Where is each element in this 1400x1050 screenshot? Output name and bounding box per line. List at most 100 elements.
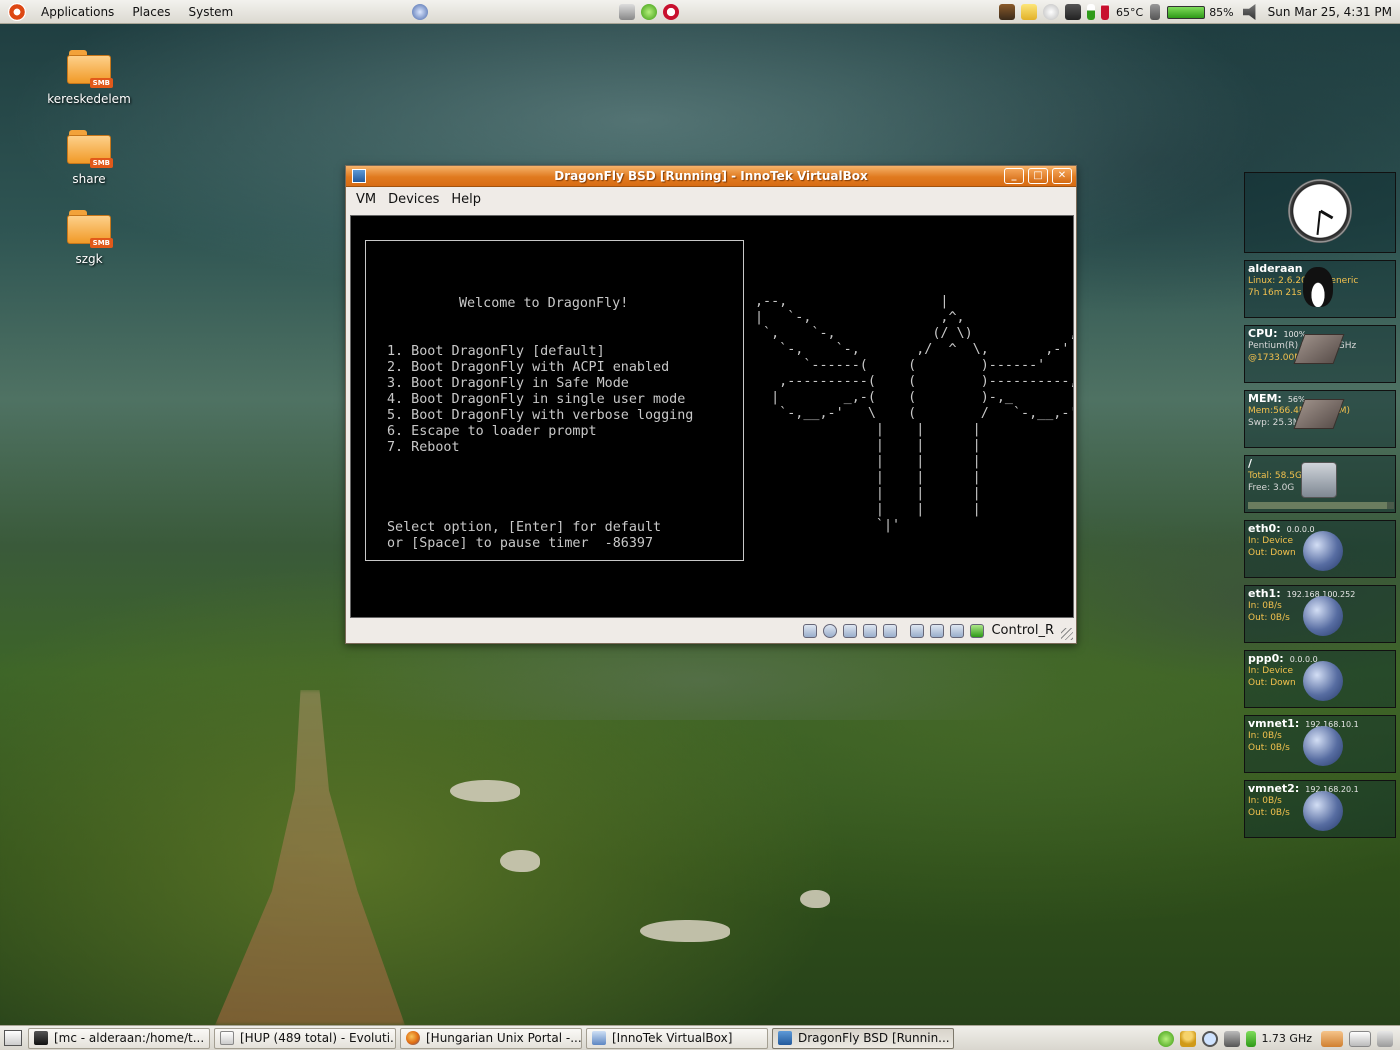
temperature-readout: 65°C: [1116, 5, 1144, 19]
folder-icon[interactable]: [1021, 4, 1037, 20]
wallpaper-rock: [500, 850, 540, 872]
menu-applications[interactable]: Applications: [32, 5, 123, 19]
desktop-pager-icon[interactable]: [1321, 1030, 1343, 1047]
menu-devices[interactable]: Devices: [382, 192, 445, 207]
iface-name: ppp0:: [1248, 652, 1284, 665]
desktop-icon-szgk[interactable]: SMB szgk: [44, 210, 134, 266]
window-controls: _ □ ✕: [1000, 168, 1072, 184]
virtualbox-window: DragonFly BSD [Running] - InnoTek Virtua…: [345, 165, 1077, 644]
firefox-icon: [406, 1031, 420, 1045]
volume-icon[interactable]: [1242, 4, 1256, 20]
boot-option: 6. Escape to loader prompt: [387, 424, 597, 439]
usb-icon[interactable]: [883, 623, 898, 638]
analog-clock-icon: [1288, 179, 1352, 243]
hard-disk-icon[interactable]: [843, 623, 858, 638]
task-firefox[interactable]: [Hungarian Unix Portal -...: [400, 1027, 582, 1049]
net-desklet-ppp0: ppp0: 0.0.0.0 In: Device Out: Down: [1244, 650, 1396, 708]
boot-option: 7. Reboot: [387, 440, 460, 455]
task-label: [HUP (489 total) - Evoluti...: [240, 1031, 395, 1045]
mouse-integration-icon[interactable]: [910, 623, 925, 638]
computer-icon[interactable]: [1065, 4, 1081, 20]
battery-meter[interactable]: [1167, 5, 1206, 19]
clock[interactable]: Sun Mar 25, 4:31 PM: [1268, 5, 1392, 19]
cpu-label: CPU:: [1248, 327, 1278, 340]
network-globe-icon: [1303, 791, 1343, 831]
desktop-icon-kereskedelem[interactable]: SMB kereskedelem: [44, 50, 134, 106]
smb-badge: SMB: [89, 238, 113, 248]
cpufreq-icon: [1224, 1030, 1241, 1047]
menu-system[interactable]: System: [179, 5, 242, 19]
notes-icon[interactable]: [619, 3, 636, 20]
cd-drive-icon[interactable]: [823, 623, 838, 638]
floppy-drive-icon[interactable]: [803, 623, 818, 638]
boot-option: 2. Boot DragonFly with ACPI enabled: [387, 360, 670, 375]
memory-desklet: MEM:56% Mem:566.4M (810.4M) Swp: 25.3M (…: [1244, 390, 1396, 448]
wallpaper-rock: [640, 920, 730, 942]
presentation-icon[interactable]: [999, 4, 1015, 20]
vm-display[interactable]: Welcome to DragonFly! 1. Boot DragonFly …: [350, 215, 1074, 618]
network-globe-icon: [1303, 726, 1343, 766]
mute-icon[interactable]: [663, 3, 680, 20]
task-evolution[interactable]: [HUP (489 total) - Evoluti...: [214, 1027, 396, 1049]
iface-name: eth0:: [1248, 522, 1281, 535]
host-desklet: alderaan Linux: 2.6.20-12-generic 7h 16m…: [1244, 260, 1396, 318]
top-panel: Applications Places System 65°C 85% Sun …: [0, 0, 1400, 24]
network-globe-icon[interactable]: [412, 3, 429, 20]
cpu-desklet: CPU:100% Pentium(R) M - 1.73GHz @1733.00…: [1244, 325, 1396, 383]
iface-name: vmnet2:: [1248, 782, 1300, 795]
vbox-menubar: VM Devices Help: [346, 187, 1076, 212]
close-button[interactable]: ✕: [1052, 168, 1072, 184]
wallpaper-rock: [450, 780, 520, 802]
play-icon[interactable]: [641, 3, 658, 20]
task-mc[interactable]: [mc - alderaan:/home/t...: [28, 1027, 210, 1049]
bottom-panel: [mc - alderaan:/home/t... [HUP (489 tota…: [0, 1025, 1400, 1050]
menu-help[interactable]: Help: [445, 192, 487, 207]
mail-icon: [220, 1031, 234, 1045]
boot-option: 3. Boot DragonFly in Safe Mode: [387, 376, 629, 391]
boot-option: 4. Boot DragonFly in single user mode: [387, 392, 686, 407]
network-globe-icon: [1303, 661, 1343, 701]
boot-prompt: Select option, [Enter] for default: [387, 520, 662, 535]
people-icon[interactable]: [1180, 1030, 1197, 1047]
task-virtualbox-manager[interactable]: [InnoTek VirtualBox]: [586, 1027, 768, 1049]
wallpaper-rock: [800, 890, 830, 908]
iface-ip: 0.0.0.0: [1286, 525, 1315, 534]
vrdp-icon[interactable]: [950, 623, 965, 638]
smb-badge: SMB: [89, 78, 113, 88]
virtualbox-icon: [592, 1031, 606, 1045]
menu-vm[interactable]: VM: [350, 192, 382, 207]
desktop-icon-share[interactable]: SMB share: [44, 130, 134, 186]
smb-badge: SMB: [89, 158, 113, 168]
host-key-label: Control_R: [991, 623, 1054, 638]
hard-drive-icon: [1301, 462, 1337, 498]
minimize-button[interactable]: _: [1004, 168, 1024, 184]
cpu-frequency: 1.73 GHz: [1261, 1032, 1312, 1045]
shared-folders-icon[interactable]: [930, 623, 945, 638]
clock-minute-hand: [1316, 210, 1321, 235]
task-dragonfly-vm[interactable]: DragonFly BSD [Runnin...: [772, 1027, 954, 1049]
trash-icon[interactable]: [1377, 1030, 1393, 1047]
menu-places[interactable]: Places: [123, 5, 179, 19]
window-pager-icon[interactable]: [1349, 1030, 1371, 1047]
smb-folder-icon: SMB: [67, 50, 113, 88]
network-adapter-icon[interactable]: [863, 623, 878, 638]
desktop-icon-label: share: [72, 172, 106, 186]
task-label: DragonFly BSD [Runnin...: [798, 1031, 950, 1045]
power-plug-icon[interactable]: [1150, 4, 1161, 20]
battery-icon: [1246, 1030, 1257, 1047]
maximize-button[interactable]: □: [1028, 168, 1048, 184]
play-icon[interactable]: [1158, 1030, 1175, 1047]
battery-percent: 85%: [1209, 5, 1234, 19]
show-desktop-icon[interactable]: [4, 1030, 22, 1046]
ubuntu-logo-icon[interactable]: [8, 2, 26, 21]
magnifier-icon[interactable]: [1202, 1030, 1219, 1047]
window-titlebar[interactable]: DragonFly BSD [Running] - InnoTek Virtua…: [346, 166, 1076, 187]
net-desklet-eth1: eth1: 192.168.100.252 In: 0B/s Out: 0B/s: [1244, 585, 1396, 643]
net-desklet-eth0: eth0: 0.0.0.0 In: Device Out: Down: [1244, 520, 1396, 578]
host-key-arrow-icon[interactable]: [970, 623, 985, 638]
fs-usage-fill: [1248, 502, 1387, 509]
terminal-icon: [34, 1031, 48, 1045]
iface-name: vmnet1:: [1248, 717, 1300, 730]
resize-grip[interactable]: [1061, 628, 1073, 640]
timer-icon[interactable]: [1043, 4, 1059, 20]
